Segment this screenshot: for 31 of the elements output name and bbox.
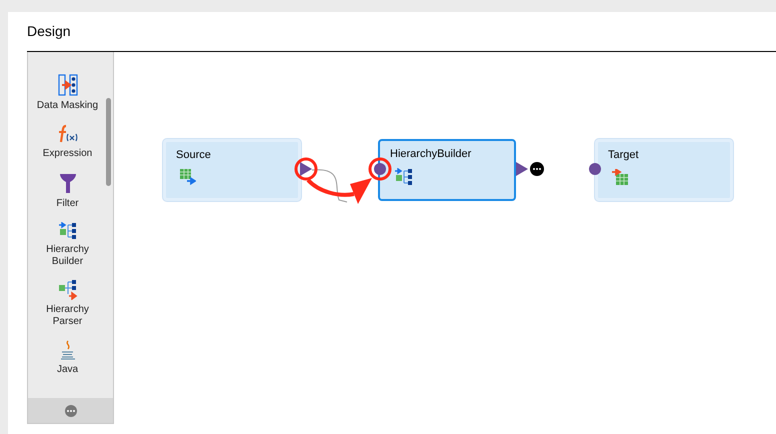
highlight-ring [294,158,318,180]
annotation-arrow [306,178,372,204]
palette-item[interactable]: Hierarchy Parser [36,280,100,328]
transformation-node[interactable]: Target [595,139,733,201]
coffee-cup-icon [60,340,76,360]
more-button[interactable] [64,404,76,416]
input-port[interactable] [374,163,386,175]
palette-item[interactable]: Data Masking [36,74,100,112]
palette-item[interactable]: Filter [36,172,100,210]
node-label: HierarchyBuilder [390,149,472,160]
hierarchy-icon [58,222,78,240]
table-arrow-icon [180,169,196,185]
hierarchy-icon [58,280,78,300]
palette-item[interactable]: Java [36,340,100,376]
highlight-ring [368,158,392,180]
palette-item[interactable]: Expression [36,124,100,160]
function-icon [56,124,78,144]
palette-item[interactable]: Hierarchy Builder [36,222,100,268]
table-arrow-icon [612,169,628,185]
node-label: Target [608,150,640,161]
link-line [312,169,348,202]
transformation-node[interactable]: HierarchyBuilder [378,139,516,201]
funnel-icon [58,172,76,194]
hierarchy-icon [394,168,414,186]
input-port[interactable] [589,163,601,175]
transformation-node[interactable]: Source [163,139,301,201]
data-masking-icon [58,74,78,96]
panel-title: Design [27,22,71,41]
more-icon[interactable] [530,162,544,176]
scrollbar-thumb[interactable] [106,98,111,186]
node-label: Source [176,150,212,161]
